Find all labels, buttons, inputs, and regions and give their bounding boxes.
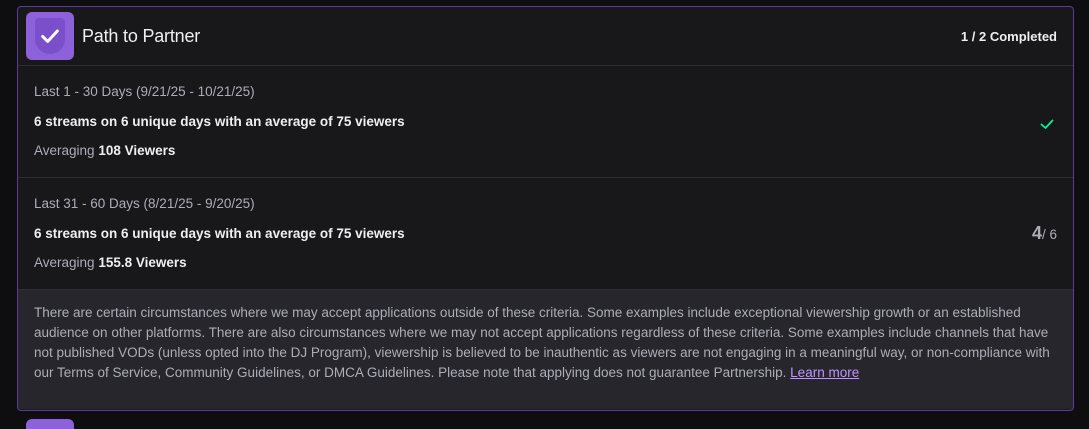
average-prefix: Averaging [34,255,95,270]
card-header: Path to Partner 1 / 2 Completed [18,7,1073,66]
requirement-text: 6 streams on 6 unique days with an avera… [34,226,405,241]
requirement-text: 6 streams on 6 unique days with an avera… [34,114,405,129]
criteria-footnote: There are certain circumstances where we… [18,290,1073,409]
average-prefix: Averaging [34,143,95,158]
card-title: Path to Partner [82,25,201,46]
period-label: Last 1 - 30 Days (9/21/25 - 10/21/25) [34,84,255,99]
partner-badge-icon [26,12,74,60]
average-value: 108 Viewers [98,143,176,158]
period-label: Last 31 - 60 Days (8/21/25 - 9/20/25) [34,196,255,211]
average-viewers: Averaging 108 Viewers [34,143,1057,159]
criteria-row: Last 1 - 30 Days (9/21/25 - 10/21/25) 6 … [18,66,1073,178]
path-to-partner-card: Path to Partner 1 / 2 Completed Last 1 -… [17,6,1074,411]
next-card-badge-icon [26,419,74,429]
checkmark-icon [41,29,59,43]
progress-summary: 1 / 2 Completed [960,28,1057,44]
average-value: 155.8 Viewers [98,255,187,270]
criteria-row: Last 31 - 60 Days (8/21/25 - 9/20/25) 6 … [18,178,1073,290]
completed-check-icon [1040,119,1054,129]
stream-count: 4/ 6 [1032,223,1057,244]
footnote-text: There are certain circumstances where we… [34,305,1050,380]
streams-done: 4 [1031,223,1042,243]
learn-more-link[interactable]: Learn more [790,365,859,380]
average-viewers: Averaging 155.8 Viewers [34,255,1057,271]
streams-total: / 6 [1041,227,1057,242]
